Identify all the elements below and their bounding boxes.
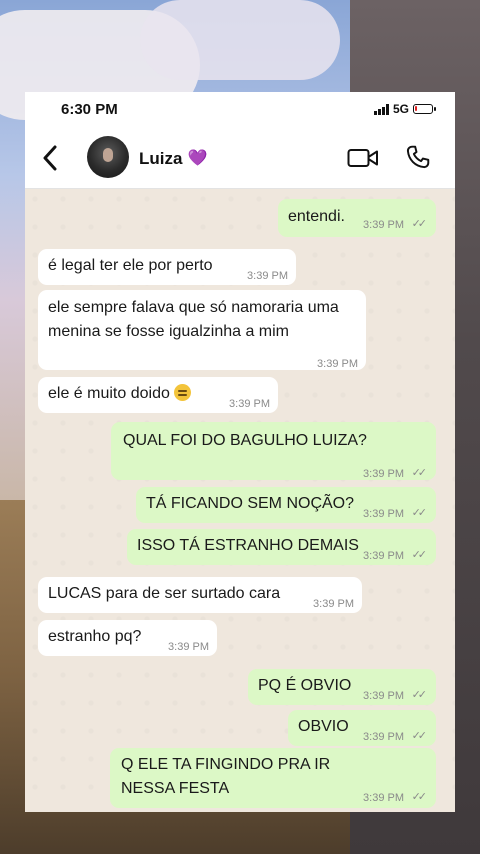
- message-text: ISSO TÁ ESTRANHO DEMAIS: [137, 537, 359, 554]
- message-text: QUAL FOI DO BAGULHO LUIZA?: [123, 432, 367, 449]
- message-text: OBVIO: [298, 718, 349, 735]
- chat-header: Luiza 💜: [25, 128, 455, 189]
- incoming-message: LUCAS para de ser surtado cara 3:39 PM: [38, 577, 362, 613]
- message-time: 3:39 PM: [363, 792, 404, 804]
- pensive-face-icon: [174, 384, 192, 401]
- message-time: 3:39 PM: [363, 508, 404, 520]
- message-text: PQ É OBVIO: [258, 677, 352, 694]
- read-receipt-icon: ✓✓: [411, 507, 428, 519]
- message-time: 3:39 PM: [363, 690, 404, 702]
- incoming-message: estranho pq? 3:39 PM: [38, 620, 217, 656]
- message-text: estranho pq?: [48, 628, 142, 645]
- back-button[interactable]: [37, 142, 63, 174]
- contact-name: Luiza: [139, 149, 183, 168]
- cloud: [140, 0, 340, 80]
- contact-info[interactable]: Luiza 💜: [139, 149, 207, 169]
- incoming-message: ele é muito doido 3:39 PM: [38, 377, 278, 413]
- message-text: LUCAS para de ser surtado cara: [48, 585, 281, 602]
- read-receipt-icon: ✓✓: [411, 730, 428, 742]
- message-list[interactable]: entendi. 3:39 PM ✓✓ é legal ter ele por …: [25, 189, 455, 812]
- outgoing-message: Q ELE TA FINGINDO PRA IR NESSA FESTA 3:3…: [110, 748, 436, 808]
- read-receipt-icon: ✓✓: [411, 549, 428, 561]
- message-time: 3:39 PM: [363, 219, 404, 231]
- video-call-button[interactable]: [347, 146, 379, 170]
- purple-heart-icon: 💜: [187, 150, 208, 167]
- outgoing-message: entendi. 3:39 PM ✓✓: [278, 199, 436, 237]
- message-time: 3:39 PM: [317, 358, 358, 370]
- outgoing-message: TÁ FICANDO SEM NOÇÃO? 3:39 PM ✓✓: [136, 487, 436, 523]
- video-camera-icon: [347, 149, 378, 167]
- message-time: 3:39 PM: [363, 468, 404, 480]
- voice-call-button[interactable]: [405, 144, 431, 170]
- outgoing-message: PQ É OBVIO 3:39 PM ✓✓: [248, 669, 436, 705]
- read-receipt-icon: ✓✓: [411, 791, 428, 803]
- incoming-message: é legal ter ele por perto 3:39 PM: [38, 249, 296, 285]
- network-label: 5G: [392, 102, 409, 116]
- message-time: 3:39 PM: [363, 731, 404, 743]
- battery-icon: [413, 104, 436, 114]
- outgoing-message: ISSO TÁ ESTRANHO DEMAIS 3:39 PM ✓✓: [127, 529, 436, 565]
- message-text: Q ELE TA FINGINDO PRA IR NESSA FESTA: [121, 756, 331, 797]
- message-text: entendi.: [288, 208, 345, 225]
- status-indicators: 5G: [373, 102, 436, 116]
- signal-icon: [373, 103, 389, 115]
- avatar[interactable]: [87, 136, 129, 178]
- message-time: 3:39 PM: [247, 270, 288, 282]
- outgoing-message: QUAL FOI DO BAGULHO LUIZA? 3:39 PM ✓✓: [111, 422, 436, 480]
- read-receipt-icon: ✓✓: [411, 689, 428, 701]
- phone-icon: [406, 145, 430, 169]
- message-time: 3:39 PM: [363, 550, 404, 562]
- message-time: 3:39 PM: [229, 398, 270, 410]
- incoming-message: ele sempre falava que só namoraria uma m…: [38, 290, 366, 370]
- read-receipt-icon: ✓✓: [411, 218, 428, 230]
- message-text: TÁ FICANDO SEM NOÇÃO?: [146, 495, 355, 512]
- message-text: ele é muito doido: [48, 385, 170, 402]
- outgoing-message: OBVIO 3:39 PM ✓✓: [288, 710, 436, 746]
- message-text: ele sempre falava que só namoraria uma m…: [48, 299, 339, 340]
- read-receipt-icon: ✓✓: [411, 467, 428, 479]
- status-time: 6:30 PM: [61, 101, 118, 118]
- status-bar: 6:30 PM 5G: [25, 92, 455, 128]
- message-time: 3:39 PM: [168, 641, 209, 653]
- message-time: 3:39 PM: [313, 598, 354, 610]
- chevron-left-icon: [43, 145, 57, 171]
- phone-screen: 6:30 PM 5G Luiza 💜 entendi. 3:39 PM ✓✓ é…: [25, 92, 455, 812]
- message-text: é legal ter ele por perto: [48, 257, 213, 274]
